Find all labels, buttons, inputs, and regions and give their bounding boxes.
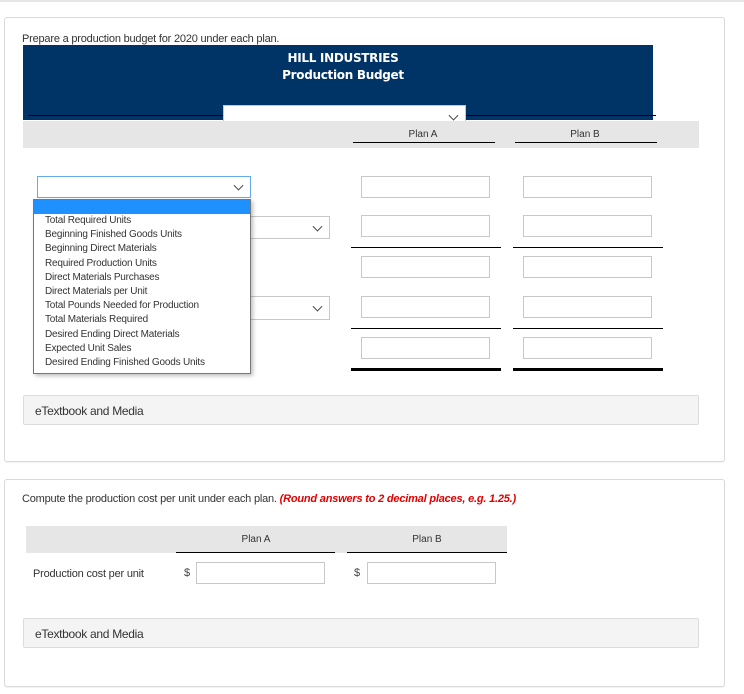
subtotal-rule-b [513, 247, 663, 248]
cost-per-unit-card [4, 479, 725, 687]
col-plan-a: Plan A [241, 534, 271, 545]
col-plan-a-underline [176, 552, 335, 553]
dropdown-option[interactable]: Total Materials Required [34, 313, 250, 327]
dropdown-option[interactable]: Total Required Units [34, 214, 250, 228]
total-rule-b [513, 368, 663, 371]
chevron-down-icon [312, 301, 323, 312]
row-select-3[interactable] [250, 296, 330, 320]
chevron-down-icon [233, 180, 244, 191]
row-select-2[interactable] [250, 216, 330, 239]
currency-symbol-a: $ [184, 567, 191, 579]
part2-prompt-text: Compute the production cost per unit und… [22, 493, 277, 505]
col-plan-b: Plan B [412, 534, 442, 545]
subtotal-rule-a [351, 247, 501, 248]
row1-plan-a-input[interactable] [361, 176, 490, 198]
col-plan-b: Plan B [570, 129, 600, 140]
row-select-1-dropdown: Total Required Units Beginning Finished … [33, 199, 251, 374]
dropdown-option[interactable]: Desired Ending Direct Materials [34, 328, 250, 342]
col-plan-b-underline [347, 552, 507, 553]
dropdown-option[interactable]: Expected Unit Sales [34, 342, 250, 356]
part2-prompt: Compute the production cost per unit und… [22, 493, 516, 505]
col-plan-a-underline [353, 142, 495, 143]
cost-plan-a-input[interactable] [196, 562, 325, 584]
dropdown-option[interactable]: Required Production Units [34, 257, 250, 271]
budget-title: Production Budget [282, 68, 404, 82]
etextbook-media-link[interactable]: eTextbook and Media [23, 395, 699, 425]
cost-row-label: Production cost per unit [33, 568, 144, 580]
chevron-down-icon [448, 110, 459, 121]
currency-symbol-b: $ [354, 567, 361, 579]
row2-plan-a-input[interactable] [361, 215, 490, 237]
dropdown-option[interactable]: Direct Materials per Unit [34, 285, 250, 299]
total-rule-a [351, 368, 501, 371]
company-name: HILL INDUSTRIES [287, 51, 399, 65]
row5-plan-b-input[interactable] [523, 337, 652, 359]
cost-column-header-row: Plan A Plan B [26, 526, 507, 553]
dropdown-option[interactable]: Direct Materials Purchases [34, 271, 250, 285]
subtotal-rule-a-2 [351, 328, 501, 329]
subtotal-rule-b-2 [513, 328, 663, 329]
column-header-row: Plan A Plan B [23, 121, 699, 148]
row-select-1[interactable] [37, 176, 251, 198]
dropdown-option[interactable]: Total Pounds Needed for Production [34, 299, 250, 313]
row5-plan-a-input[interactable] [361, 337, 490, 359]
row2-plan-b-input[interactable] [523, 215, 652, 237]
row3-plan-b-input[interactable] [523, 256, 652, 278]
etextbook-media-link-2[interactable]: eTextbook and Media [23, 618, 699, 648]
dropdown-option-blank-selected[interactable] [34, 200, 250, 214]
col-plan-b-underline [515, 142, 657, 143]
row1-plan-b-input[interactable] [523, 176, 652, 198]
row3-plan-a-input[interactable] [361, 256, 490, 278]
dropdown-option[interactable]: Desired Ending Finished Goods Units [34, 356, 250, 370]
top-divider [0, 0, 744, 2]
row4-plan-b-input[interactable] [523, 296, 652, 318]
cost-plan-b-input[interactable] [367, 562, 496, 584]
row4-plan-a-input[interactable] [361, 296, 490, 318]
col-plan-a: Plan A [408, 129, 438, 140]
rounding-hint: (Round answers to 2 decimal places, e.g.… [279, 493, 517, 505]
dropdown-option[interactable]: Beginning Direct Materials [34, 242, 250, 256]
part1-prompt: Prepare a production budget for 2020 und… [22, 33, 280, 45]
chevron-down-icon [312, 221, 323, 232]
dropdown-option[interactable]: Beginning Finished Goods Units [34, 228, 250, 242]
